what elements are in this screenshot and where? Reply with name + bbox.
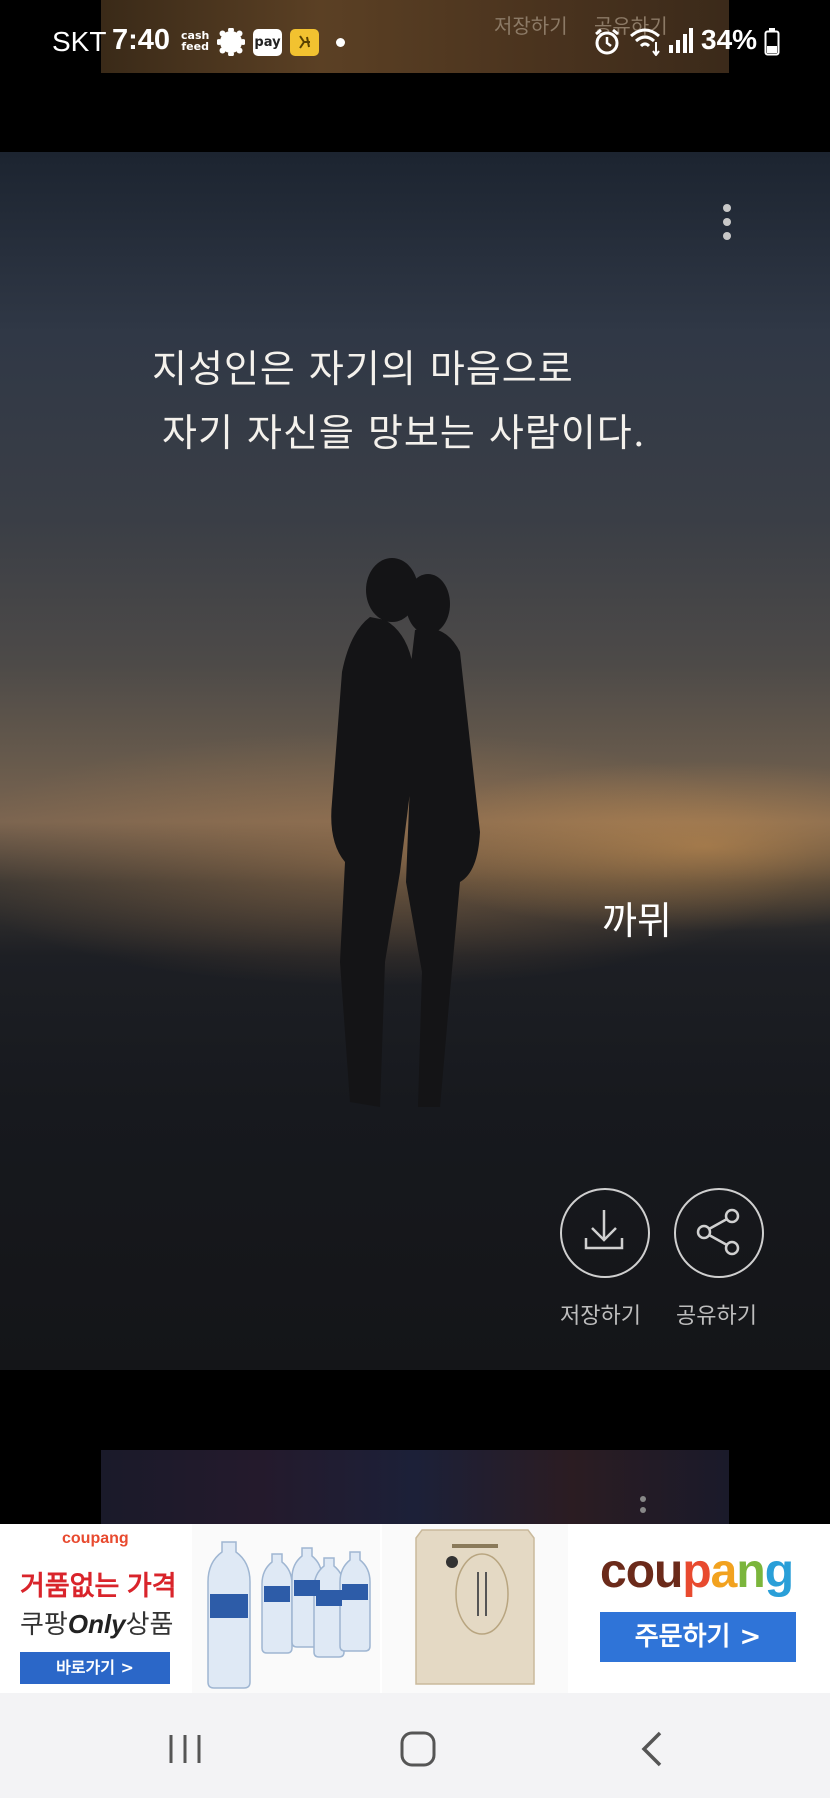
next-card-more-icon[interactable] [640, 1496, 648, 1518]
recent-apps-icon[interactable] [165, 1729, 205, 1769]
notification-dot [336, 38, 345, 47]
previous-save-label: 저장하기 [494, 14, 568, 38]
order-button[interactable]: 주문하기 > [600, 1612, 796, 1662]
ad-water-product-image[interactable] [192, 1524, 380, 1693]
download-icon [584, 1210, 624, 1250]
ad-rice-product-image[interactable] [382, 1524, 568, 1693]
share-icon [696, 1208, 740, 1256]
next-card-peek[interactable] [101, 1450, 729, 1525]
quote-author: 까뮈 [602, 899, 672, 943]
gear-icon [217, 28, 245, 56]
ad-brand-tile[interactable]: coupang 주문하기 > [570, 1524, 830, 1693]
pay-icon: pay [253, 29, 282, 56]
ad-go-button[interactable]: 바로가기 > [20, 1652, 170, 1684]
cashfeed-icon: cash feed [181, 29, 210, 53]
share-label[interactable]: 공유하기 [676, 1298, 757, 1330]
couple-silhouette-image [331, 558, 480, 1107]
more-options-icon[interactable] [721, 204, 733, 248]
back-icon[interactable] [632, 1729, 672, 1769]
ad-promo-tile[interactable]: coupang 거품없는 가격 쿠팡Only상품 바로가기 > [0, 1524, 190, 1693]
coupang-logo: coupang [600, 1545, 794, 1598]
carrier-label: SKT [52, 26, 107, 57]
ad-promo-brand: coupang [62, 1530, 129, 1547]
save-label[interactable]: 저장하기 [560, 1298, 641, 1330]
quote-card[interactable]: 지성인은 자기의 마음으로 자기 자신을 망보는 사람이다. 까뮈 저장하기 공… [0, 152, 830, 1370]
ad-promo-subline: 쿠팡Only상품 [20, 1609, 174, 1639]
signal-icon [669, 28, 693, 53]
home-icon[interactable] [398, 1729, 438, 1769]
alarm-icon [595, 28, 619, 55]
save-button[interactable] [560, 1188, 650, 1278]
battery-percent: 34% [701, 24, 758, 55]
share-button[interactable] [674, 1188, 764, 1278]
battery-icon [764, 28, 780, 56]
ad-promo-headline: 거품없는 가격 [20, 1571, 177, 1601]
kb-icon [290, 29, 319, 56]
system-navigation-bar [0, 1693, 830, 1798]
wifi-icon [630, 28, 660, 56]
ad-banner[interactable]: coupang 거품없는 가격 쿠팡Only상품 바로가기 > coupang … [0, 1524, 830, 1693]
clock: 7:40 [112, 24, 171, 56]
quote-line-2: 자기 자신을 망보는 사람이다. [162, 411, 646, 455]
status-bar: 저장하기 공유하기 SKT 7:40 cash feed pay 34% [0, 0, 830, 86]
quote-line-1: 지성인은 자기의 마음으로 [152, 347, 574, 391]
